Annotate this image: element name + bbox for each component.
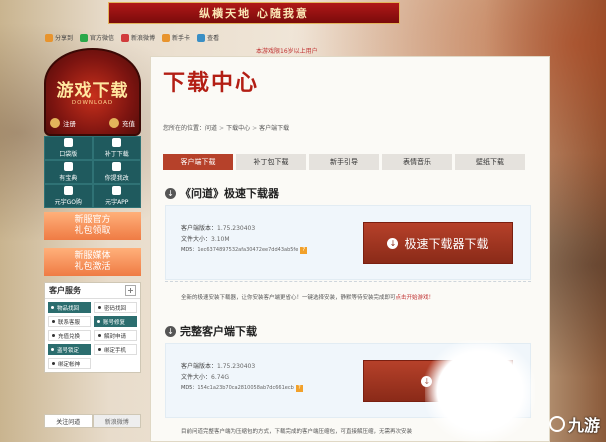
top-link-weibo[interactable]: 新浪微博 xyxy=(121,33,155,42)
download-icon: ↓ xyxy=(165,187,176,199)
breadcrumb-current: 客户端下载 xyxy=(259,125,290,132)
tab-weibo[interactable]: 新浪微博 xyxy=(92,414,141,428)
service-item[interactable]: 账号修复 xyxy=(94,316,137,327)
register-icon xyxy=(50,118,60,128)
book-icon xyxy=(63,162,73,171)
sidebar: 游戏下载 DOWNLOAD 注册 充值 口袋版 补丁下载 有宝典 你提我改 元宇… xyxy=(44,48,141,442)
full-client-info: 客户端版本：1.75.230403 文件大小：6.74G MD5：154c1a2… xyxy=(181,361,303,394)
game-download-logo[interactable]: 游戏下载 DOWNLOAD 注册 充值 xyxy=(44,48,141,136)
gift-icon xyxy=(162,33,171,42)
quick-link[interactable]: 你提我改 xyxy=(92,160,141,184)
tab-follow-wendao[interactable]: 关注问道 xyxy=(44,414,93,428)
customer-service-panel: 客户服务 + 物品找回 密码找回 联系客服 账号修复 充值兑换 解封申请 盗号锁定… xyxy=(44,282,141,373)
tab-newbie-guide[interactable]: 新手引导 xyxy=(309,154,379,170)
help-icon[interactable]: ? xyxy=(300,247,308,254)
patch-icon xyxy=(112,138,122,147)
tab-wallpaper[interactable]: 壁纸下载 xyxy=(455,154,525,170)
weibo-icon xyxy=(121,33,130,42)
follow-tabs: 关注问道 新浪微博 xyxy=(44,414,141,428)
service-item[interactable]: 绑定手机 xyxy=(94,344,137,355)
breadcrumb: 您所在的位置：问道 > 下载中心 > 客户端下载 xyxy=(163,125,290,132)
service-item[interactable]: 密码找回 xyxy=(94,302,137,313)
promo-media-gift[interactable]: 新服媒体 礼包激活 xyxy=(44,248,141,276)
wechat-icon xyxy=(80,33,89,42)
top-link-view[interactable]: 查看 xyxy=(197,33,219,42)
top-banner: 纵横天地 心随我意 xyxy=(108,2,400,24)
divider xyxy=(165,281,531,282)
quick-links-grid: 口袋版 补丁下载 有宝典 你提我改 元宇GO购 元宇APP xyxy=(44,136,141,208)
service-item[interactable]: 盗号锁定 xyxy=(48,344,91,355)
nine-game-logo-icon xyxy=(548,416,565,432)
fast-downloader-download-button[interactable]: ↓ 极速下载器下载 xyxy=(363,222,513,264)
service-item[interactable]: 绑定帐神 xyxy=(48,358,91,369)
register-button[interactable]: 注册 xyxy=(50,118,76,128)
pocket-icon xyxy=(63,138,73,147)
quick-link[interactable]: 有宝典 xyxy=(44,160,93,184)
app-icon xyxy=(112,186,122,195)
plus-icon[interactable]: + xyxy=(125,285,136,296)
feedback-icon xyxy=(112,162,122,171)
download-icon: ↓ xyxy=(165,325,176,337)
section-full-client: ↓ 完整客户端下载 xyxy=(165,323,257,339)
breadcrumb-link[interactable]: 下载中心 xyxy=(226,125,250,132)
banner-title: 纵横天地 心随我意 xyxy=(199,7,309,20)
breadcrumb-link[interactable]: 问道 xyxy=(205,125,217,132)
download-tabs: 客户端下载 补丁包下载 新手引导 表情音乐 壁纸下载 xyxy=(163,154,525,170)
top-link-wechat[interactable]: 官方微信 xyxy=(80,33,114,42)
section-fast-downloader: ↓ 《问道》极速下载器 xyxy=(165,185,279,201)
download-icon: ↓ xyxy=(387,237,399,249)
top-link-newbie-card[interactable]: 新手卡 xyxy=(162,33,190,42)
top-links: 分享到 官方微信 新浪微博 新手卡 查看 xyxy=(45,33,219,42)
tab-patch-download[interactable]: 补丁包下载 xyxy=(236,154,306,170)
shop-icon xyxy=(63,186,73,195)
fast-downloader-info: 客户端版本：1.75.230403 文件大小：3.10M MD5：1ec6374… xyxy=(181,223,308,256)
full-client-note: 目前问道完整客户端为压缩包的方式，下载完成的客户端压缩包，可直接解压缩，无需再次… xyxy=(181,429,413,435)
quick-link[interactable]: 口袋版 xyxy=(44,136,93,160)
share-icon xyxy=(45,33,53,42)
service-item[interactable]: 物品找回 xyxy=(48,302,91,313)
service-item[interactable]: 联系客服 xyxy=(48,316,91,327)
top-link-share[interactable]: 分享到 xyxy=(45,33,73,42)
fast-downloader-note: 全新的极速安装下载器，让你安装客户端更省心！一键选择安装，静默等待安装完成即可点… xyxy=(181,295,435,301)
tab-client-download[interactable]: 客户端下载 xyxy=(163,154,233,170)
help-icon[interactable]: ? xyxy=(295,385,303,392)
page-title: 下载中心 xyxy=(163,70,260,96)
quick-link[interactable]: 元宇GO购 xyxy=(44,184,93,208)
watermark: 九游 xyxy=(548,412,600,436)
light-glare xyxy=(425,340,535,442)
service-item[interactable]: 解封申请 xyxy=(94,330,137,341)
quick-link[interactable]: 补丁下载 xyxy=(92,136,141,160)
age-notice: 本游戏限16岁以上用户 xyxy=(256,48,318,55)
promo-official-gift[interactable]: 新服官方 礼包领取 xyxy=(44,212,141,240)
service-item[interactable]: 充值兑换 xyxy=(48,330,91,341)
quick-link[interactable]: 元宇APP xyxy=(92,184,141,208)
logo-title: 游戏下载 xyxy=(56,81,129,101)
tab-emoji-music[interactable]: 表情音乐 xyxy=(382,154,452,170)
logo-subtitle: DOWNLOAD xyxy=(71,100,114,106)
service-title: 客户服务 xyxy=(49,286,81,295)
view-icon xyxy=(197,33,206,42)
recharge-button[interactable]: 充值 xyxy=(109,118,135,128)
recharge-icon xyxy=(109,118,119,128)
